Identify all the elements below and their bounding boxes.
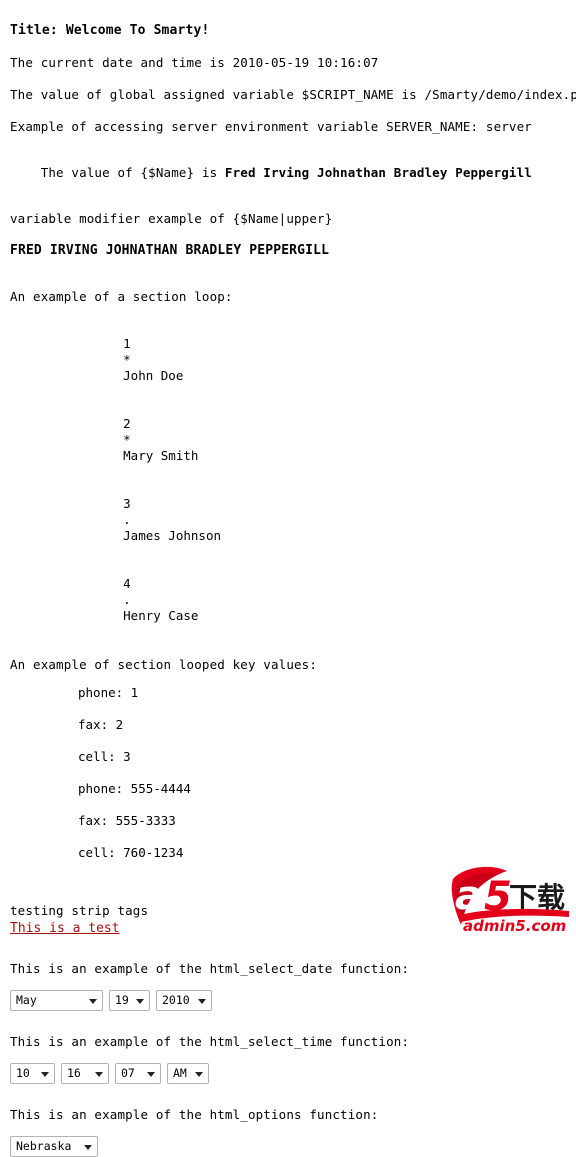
strip-tags-section: testing strip tags This is a test (10, 903, 576, 937)
chevron-down-icon (41, 1071, 49, 1077)
list-item: cell: 760-1234 (78, 845, 184, 860)
html-options-heading: This is an example of the html_options f… (10, 1107, 379, 1122)
chevron-down-icon (136, 998, 144, 1004)
loop-index: 2 (123, 416, 131, 431)
month-select[interactable]: May (10, 990, 103, 1011)
strip-tags-label: testing strip tags (10, 903, 149, 918)
minute-select[interactable]: 16 (61, 1063, 109, 1084)
loop-name: Mary Smith (123, 448, 199, 463)
name-line-prefix: The value of {$Name} is (40, 165, 225, 180)
loop-marker: . (123, 592, 131, 607)
loop-marker: . (123, 512, 131, 527)
hour-select-value: 10 (16, 1066, 30, 1080)
date-select-row: May 19 2010 (10, 990, 576, 1011)
section-loop-list: 1 * John Doe 2 * Mary Smith 3 . James Jo… (78, 320, 576, 640)
second-select-value: 07 (121, 1066, 135, 1080)
list-item: phone: 555-4444 (78, 781, 191, 796)
state-select-value: Nebraska (16, 1139, 72, 1153)
chevron-down-icon (95, 1071, 103, 1077)
name-uppercase-line: FRED IRVING JOHNATHAN BRADLEY PEPPERGILL (10, 243, 330, 258)
minute-select-value: 16 (67, 1066, 81, 1080)
month-select-value: May (16, 993, 37, 1007)
loop-marker: * (123, 432, 131, 447)
current-datetime-line: The current date and time is 2010-05-19 … (10, 55, 379, 70)
list-item: phone: 1 (78, 685, 139, 700)
day-select[interactable]: 19 (109, 990, 150, 1011)
page-content: Title: Welcome To Smarty! The current da… (10, 0, 576, 1157)
year-select[interactable]: 2010 (156, 990, 212, 1011)
state-select[interactable]: Nebraska (10, 1136, 98, 1157)
script-name-line: The value of global assigned variable $S… (10, 87, 576, 102)
year-select-value: 2010 (162, 993, 190, 1007)
loop-name: John Doe (123, 368, 184, 383)
options-select-row: Nebraska (10, 1136, 576, 1157)
test-link[interactable]: This is a test (10, 921, 120, 936)
loop-marker: * (123, 352, 131, 367)
name-value: Fred Irving Johnathan Bradley Peppergill (224, 165, 532, 180)
name-value-line: The value of {$Name} is Fred Irving John… (10, 152, 576, 194)
section-keys-list: phone: 1 fax: 2 cell: 3 phone: 555-4444 … (78, 686, 576, 860)
time-select-row: 10 16 07 AM (10, 1063, 576, 1084)
list-item: 2 * Mary Smith (78, 400, 576, 480)
list-item: cell: 3 (78, 749, 131, 764)
loop-name: Henry Case (123, 608, 199, 623)
day-select-value: 19 (115, 993, 129, 1007)
chevron-down-icon (84, 1144, 92, 1150)
chevron-down-icon (147, 1071, 155, 1077)
list-item: fax: 2 (78, 717, 124, 732)
html-select-time-heading: This is an example of the html_select_ti… (10, 1034, 410, 1049)
section-loop-heading: An example of a section loop: (10, 289, 233, 304)
meridian-select-value: AM (173, 1066, 187, 1080)
section-keys-heading: An example of section looped key values: (10, 657, 318, 672)
list-item: fax: 555-3333 (78, 813, 176, 828)
loop-name: James Johnson (123, 528, 221, 543)
server-env-line: Example of accessing server environment … (10, 119, 532, 134)
loop-index: 3 (123, 496, 131, 511)
list-item: 1 * John Doe (78, 320, 576, 400)
chevron-down-icon (198, 998, 206, 1004)
meridian-select[interactable]: AM (167, 1063, 209, 1084)
chevron-down-icon (195, 1071, 203, 1077)
list-item: 3 . James Johnson (78, 480, 576, 560)
loop-index: 1 (123, 336, 131, 351)
html-select-date-heading: This is an example of the html_select_da… (10, 961, 410, 976)
page-title: Title: Welcome To Smarty! (10, 23, 210, 38)
chevron-down-icon (89, 998, 97, 1004)
hour-select[interactable]: 10 (10, 1063, 55, 1084)
loop-index: 4 (123, 576, 131, 591)
second-select[interactable]: 07 (115, 1063, 161, 1084)
modifier-example-line: variable modifier example of {$Name|uppe… (10, 211, 333, 226)
list-item: 4 . Henry Case (78, 560, 576, 640)
